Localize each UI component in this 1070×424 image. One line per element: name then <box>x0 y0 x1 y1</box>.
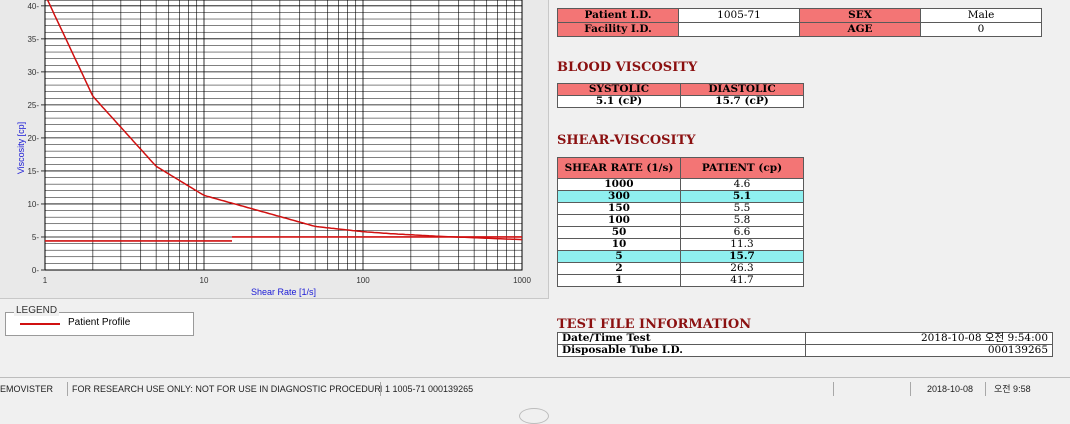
shear-rate-cell: 1 <box>557 274 681 287</box>
tube-id-label: Disposable Tube I.D. <box>557 344 806 357</box>
y-tick-label: 40- <box>27 2 39 11</box>
legend-swatch-patient-profile <box>20 323 60 325</box>
table-row: 50 6.6 <box>557 226 804 239</box>
patient-viscosity-cell: 11.3 <box>680 238 804 251</box>
x-axis-title: Shear Rate [1/s] <box>251 287 316 297</box>
age-label: AGE <box>799 22 921 37</box>
shear-rate-cell: 100 <box>557 214 681 227</box>
diastolic-label: DIASTOLIC <box>680 83 804 96</box>
sex-label: SEX <box>799 8 921 23</box>
table-row: 1 41.7 <box>557 274 804 287</box>
y-tick-label: 30- <box>27 68 39 77</box>
viscosity-chart: 0- 5- 10- 15- 20- 25- 30- 35- 40- 1 10 100 1000 Shear… <box>16 0 531 297</box>
plot-area <box>45 0 522 270</box>
patient-viscosity-cell: 26.3 <box>680 262 804 275</box>
patient-viscosity-cell: 5.5 <box>680 202 804 215</box>
patient-viscosity-cell: 15.7 <box>680 250 804 263</box>
patient-column-header: PATIENT (cp) <box>680 157 804 179</box>
shear-rate-cell: 2 <box>557 262 681 275</box>
viscosity-chart-panel: 0- 5- 10- 15- 20- 25- 30- 35- 40- 1 10 100 1000 Shear… <box>0 0 549 299</box>
shear-rate-cell: 5 <box>557 250 681 263</box>
table-row: 150 5.5 <box>557 202 804 215</box>
facility-id-value <box>678 22 800 37</box>
shear-rate-cell: 150 <box>557 202 681 215</box>
x-tick-label: 1000 <box>513 276 531 285</box>
test-file-info-title: TEST FILE INFORMATION <box>557 317 752 332</box>
facility-id-label: Facility I.D. <box>557 22 679 37</box>
systolic-value: 5.1 (cP) <box>557 95 681 108</box>
patient-viscosity-cell: 4.6 <box>680 178 804 191</box>
blood-viscosity-table: SYSTOLIC DIASTOLIC 5.1 (cP) 15.7 (cP) <box>557 83 804 108</box>
shear-rate-cell: 1000 <box>557 178 681 191</box>
date-time-label: Date/Time Test <box>557 332 806 345</box>
test-file-info-table: Date/Time Test 2018-10-08 오전 9:54:00 Dis… <box>557 332 1053 357</box>
y-tick-label: 20- <box>27 134 39 143</box>
blood-viscosity-title: BLOOD VISCOSITY <box>557 60 698 75</box>
y-axis-title: Viscosity [cp] <box>16 122 26 174</box>
patient-id-value: 1005-71 <box>678 8 800 23</box>
patient-viscosity-cell: 5.8 <box>680 214 804 227</box>
x-tick-label: 10 <box>200 276 209 285</box>
shear-viscosity-title: SHEAR-VISCOSITY <box>557 133 696 148</box>
y-tick-label: 15- <box>27 167 39 176</box>
bottom-scroll-handle[interactable] <box>519 408 549 424</box>
status-date: 2018-10-08 <box>910 382 992 396</box>
legend-title: LEGEND <box>14 305 60 316</box>
shear-rate-cell: 300 <box>557 190 681 203</box>
table-row: 5 15.7 <box>557 250 804 263</box>
table-header-row: SHEAR RATE (1/s) PATIENT (cp) <box>557 157 804 179</box>
shear-rate-cell: 10 <box>557 238 681 251</box>
status-research-notice: FOR RESEARCH USE ONLY: NOT FOR USE IN DI… <box>67 382 382 396</box>
y-tick-label: 0- <box>32 266 39 275</box>
table-row: 5.1 (cP) 15.7 (cP) <box>557 95 804 108</box>
sex-value: Male <box>920 8 1042 23</box>
y-tick-label: 35- <box>27 35 39 44</box>
table-row: 1000 4.6 <box>557 178 804 191</box>
status-time: 오전 9:58 <box>985 382 1070 396</box>
x-tick-label: 1 <box>43 276 48 285</box>
status-app-name: EMOVISTER <box>0 384 54 394</box>
legend-item-patient-profile: Patient Profile <box>68 317 131 328</box>
status-record-info: 1 1005-71 000139265 <box>380 382 830 396</box>
table-row: 10 11.3 <box>557 238 804 251</box>
table-row: Facility I.D. AGE 0 <box>557 22 1042 37</box>
table-row: SYSTOLIC DIASTOLIC <box>557 83 804 96</box>
systolic-label: SYSTOLIC <box>557 83 681 96</box>
table-row: Disposable Tube I.D. 000139265 <box>557 344 1053 357</box>
status-empty-panel <box>833 382 908 396</box>
y-tick-label: 10- <box>27 200 39 209</box>
tube-id-value: 000139265 <box>804 344 1053 357</box>
table-row: 2 26.3 <box>557 262 804 275</box>
y-tick-label: 5- <box>32 233 39 242</box>
patient-info-table: Patient I.D. 1005-71 SEX Male Facility I… <box>557 8 1042 37</box>
diastolic-value: 15.7 (cP) <box>680 95 804 108</box>
age-value: 0 <box>920 22 1042 37</box>
y-tick-label: 25- <box>27 101 39 110</box>
patient-id-label: Patient I.D. <box>557 8 679 23</box>
shear-viscosity-table: SHEAR RATE (1/s) PATIENT (cp) 1000 4.6 300… <box>557 157 804 287</box>
x-tick-label: 100 <box>356 276 370 285</box>
table-row: 300 5.1 <box>557 190 804 203</box>
date-time-value: 2018-10-08 오전 9:54:00 <box>804 332 1053 345</box>
shear-rate-cell: 50 <box>557 226 681 239</box>
patient-viscosity-cell: 6.6 <box>680 226 804 239</box>
legend-box: LEGEND Patient Profile <box>5 305 194 336</box>
shear-rate-column-header: SHEAR RATE (1/s) <box>557 157 681 179</box>
patient-viscosity-cell: 41.7 <box>680 274 804 287</box>
status-bar: EMOVISTER FOR RESEARCH USE ONLY: NOT FOR… <box>0 377 1070 400</box>
table-row: 100 5.8 <box>557 214 804 227</box>
patient-viscosity-cell: 5.1 <box>680 190 804 203</box>
table-row: Date/Time Test 2018-10-08 오전 9:54:00 <box>557 332 1053 345</box>
table-row: Patient I.D. 1005-71 SEX Male <box>557 8 1042 23</box>
